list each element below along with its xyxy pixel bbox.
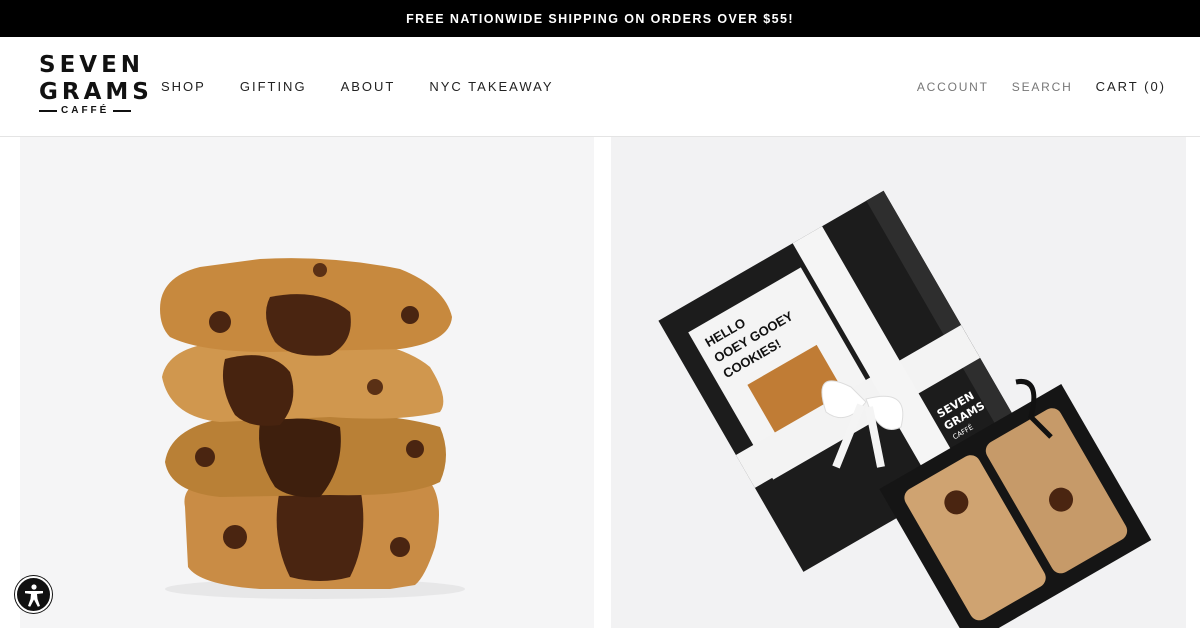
main-nav: SHOP GIFTING ABOUT NYC TAKEAWAY	[161, 37, 588, 136]
search-link[interactable]: SEARCH	[1012, 80, 1073, 94]
cart-link[interactable]: CART (0)	[1096, 79, 1166, 94]
cookie-stack-image	[160, 258, 465, 599]
announcement-bar: FREE NATIONWIDE SHIPPING ON ORDERS OVER …	[0, 0, 1200, 37]
gift-box-panel[interactable]: HELLO OOEY GOOEY COOKIES! SEVEN GRAMS CA…	[611, 137, 1186, 628]
logo-line-2: GRAMS	[39, 79, 153, 105]
gift-box-image: HELLO OOEY GOOEY COOKIES! SEVEN GRAMS CA…	[658, 190, 1152, 628]
accessibility-button[interactable]	[15, 576, 52, 613]
site-logo[interactable]: SEVEN GRAMS CAFFÉ	[39, 52, 153, 124]
nav-item-gifting[interactable]: GIFTING	[240, 79, 307, 94]
logo-dash-left	[39, 110, 57, 112]
account-link[interactable]: ACCOUNT	[917, 80, 989, 94]
nav-item-nyc-takeaway[interactable]: NYC TAKEAWAY	[429, 79, 553, 94]
nav-item-shop[interactable]: SHOP	[161, 79, 206, 94]
utility-nav: ACCOUNT SEARCH CART (0)	[894, 37, 1166, 136]
site-header: SEVEN GRAMS CAFFÉ SHOP GIFTING ABOUT NYC…	[0, 37, 1200, 137]
nav-item-about[interactable]: ABOUT	[341, 79, 396, 94]
logo-line-1: SEVEN	[39, 52, 145, 78]
logo-dash-right	[113, 110, 132, 112]
logo-line-3: CAFFÉ	[61, 105, 110, 116]
logo-subline: CAFFÉ	[39, 105, 133, 117]
accessibility-icon	[24, 583, 43, 607]
announcement-text: FREE NATIONWIDE SHIPPING ON ORDERS OVER …	[406, 11, 794, 26]
cookie-stack-panel[interactable]	[20, 137, 594, 628]
